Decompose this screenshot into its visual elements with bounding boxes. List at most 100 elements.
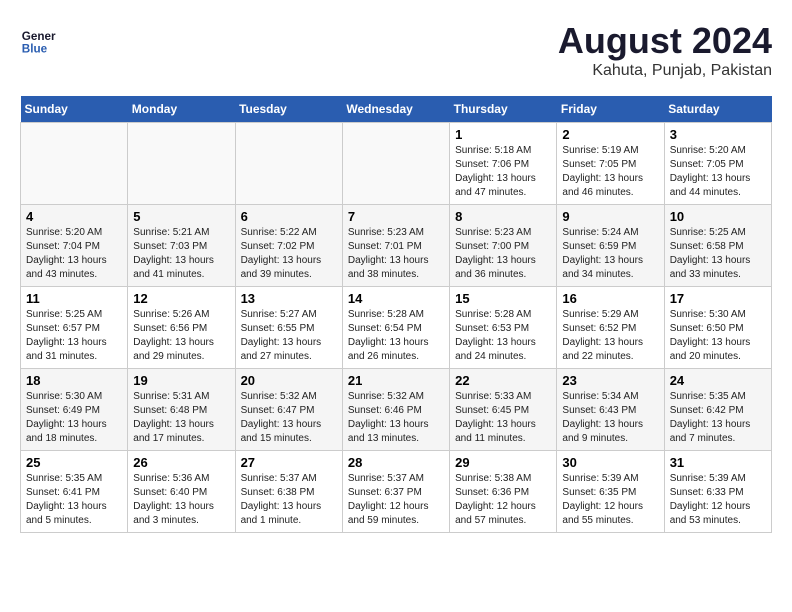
day-number: 20 — [241, 373, 337, 388]
day-number: 24 — [670, 373, 766, 388]
logo: General Blue — [20, 20, 56, 56]
day-info: Sunrise: 5:37 AM Sunset: 6:38 PM Dayligh… — [241, 472, 337, 528]
day-info: Sunrise: 5:28 AM Sunset: 6:54 PM Dayligh… — [348, 308, 444, 364]
calendar-cell — [342, 123, 449, 205]
day-number: 17 — [670, 291, 766, 306]
day-info: Sunrise: 5:36 AM Sunset: 6:40 PM Dayligh… — [133, 472, 229, 528]
calendar-cell: 31Sunrise: 5:39 AM Sunset: 6:33 PM Dayli… — [664, 451, 771, 533]
weekday-header-row: SundayMondayTuesdayWednesdayThursdayFrid… — [21, 96, 772, 123]
calendar-cell: 25 Sunrise: 5:35 AM Sunset: 6:41 PM Dayli… — [21, 451, 128, 533]
day-info: Sunrise: 5:24 AM Sunset: 6:59 PM Dayligh… — [562, 226, 658, 282]
day-info: Sunrise: 5:38 AM Sunset: 6:36 PM Dayligh… — [455, 472, 551, 528]
day-info: Sunrise: 5:21 AM Sunset: 7:03 PM Dayligh… — [133, 226, 229, 282]
week-row-1: 1 Sunrise: 5:18 AM Sunset: 7:06 PM Daylig… — [21, 123, 772, 205]
day-number: 8 — [455, 209, 551, 224]
day-number: 22 — [455, 373, 551, 388]
weekday-header-sunday: Sunday — [21, 96, 128, 123]
day-info: Sunrise: 5:27 AM Sunset: 6:55 PM Dayligh… — [241, 308, 337, 364]
day-info: Sunrise: 5:26 AM Sunset: 6:56 PM Dayligh… — [133, 308, 229, 364]
calendar-cell: 10 Sunrise: 5:25 AM Sunset: 6:58 PM Dayli… — [664, 205, 771, 287]
day-info: Sunrise: 5:28 AM Sunset: 6:53 PM Dayligh… — [455, 308, 551, 364]
day-number: 19 — [133, 373, 229, 388]
week-row-5: 25 Sunrise: 5:35 AM Sunset: 6:41 PM Dayli… — [21, 451, 772, 533]
day-number: 2 — [562, 127, 658, 142]
location: Kahuta, Punjab, Pakistan — [558, 62, 772, 80]
day-number: 14 — [348, 291, 444, 306]
day-number: 18 — [26, 373, 122, 388]
day-info: Sunrise: 5:23 AM Sunset: 7:01 PM Dayligh… — [348, 226, 444, 282]
day-number: 13 — [241, 291, 337, 306]
calendar-cell — [235, 123, 342, 205]
calendar-cell: 16 Sunrise: 5:29 AM Sunset: 6:52 PM Dayli… — [557, 287, 664, 369]
day-number: 27 — [241, 455, 337, 470]
day-number: 9 — [562, 209, 658, 224]
day-info: Sunrise: 5:32 AM Sunset: 6:47 PM Dayligh… — [241, 390, 337, 446]
day-number: 30 — [562, 455, 658, 470]
calendar-cell: 21 Sunrise: 5:32 AM Sunset: 6:46 PM Dayli… — [342, 369, 449, 451]
day-number: 26 — [133, 455, 229, 470]
day-number: 6 — [241, 209, 337, 224]
calendar-cell: 27 Sunrise: 5:37 AM Sunset: 6:38 PM Dayli… — [235, 451, 342, 533]
week-row-3: 11 Sunrise: 5:25 AM Sunset: 6:57 PM Dayli… — [21, 287, 772, 369]
calendar-cell: 30 Sunrise: 5:39 AM Sunset: 6:35 PM Dayli… — [557, 451, 664, 533]
day-info: Sunrise: 5:33 AM Sunset: 6:45 PM Dayligh… — [455, 390, 551, 446]
day-info: Sunrise: 5:35 AM Sunset: 6:41 PM Dayligh… — [26, 472, 122, 528]
calendar-table: SundayMondayTuesdayWednesdayThursdayFrid… — [20, 96, 772, 533]
day-number: 29 — [455, 455, 551, 470]
calendar-cell: 13 Sunrise: 5:27 AM Sunset: 6:55 PM Dayli… — [235, 287, 342, 369]
day-number: 15 — [455, 291, 551, 306]
calendar-cell: 4Sunrise: 5:20 AM Sunset: 7:04 PM Daylig… — [21, 205, 128, 287]
weekday-header-tuesday: Tuesday — [235, 96, 342, 123]
day-info: Sunrise: 5:30 AM Sunset: 6:49 PM Dayligh… — [26, 390, 122, 446]
calendar-cell: 6Sunrise: 5:22 AM Sunset: 7:02 PM Daylig… — [235, 205, 342, 287]
day-info: Sunrise: 5:29 AM Sunset: 6:52 PM Dayligh… — [562, 308, 658, 364]
day-info: Sunrise: 5:39 AM Sunset: 6:35 PM Dayligh… — [562, 472, 658, 528]
day-info: Sunrise: 5:25 AM Sunset: 6:58 PM Dayligh… — [670, 226, 766, 282]
calendar-cell: 29 Sunrise: 5:38 AM Sunset: 6:36 PM Dayli… — [450, 451, 557, 533]
calendar-cell: 26 Sunrise: 5:36 AM Sunset: 6:40 PM Dayli… — [128, 451, 235, 533]
calendar-cell: 12 Sunrise: 5:26 AM Sunset: 6:56 PM Dayli… — [128, 287, 235, 369]
page-header: General Blue August 2024 Kahuta, Punjab,… — [20, 20, 772, 80]
calendar-cell: 17 Sunrise: 5:30 AM Sunset: 6:50 PM Dayli… — [664, 287, 771, 369]
day-info: Sunrise: 5:31 AM Sunset: 6:48 PM Dayligh… — [133, 390, 229, 446]
calendar-cell: 9 Sunrise: 5:24 AM Sunset: 6:59 PM Daylig… — [557, 205, 664, 287]
svg-text:Blue: Blue — [22, 42, 48, 55]
day-info: Sunrise: 5:32 AM Sunset: 6:46 PM Dayligh… — [348, 390, 444, 446]
calendar-cell: 20 Sunrise: 5:32 AM Sunset: 6:47 PM Dayli… — [235, 369, 342, 451]
day-number: 16 — [562, 291, 658, 306]
weekday-header-monday: Monday — [128, 96, 235, 123]
logo-icon: General Blue — [20, 20, 56, 56]
calendar-cell: 7Sunrise: 5:23 AM Sunset: 7:01 PM Daylig… — [342, 205, 449, 287]
day-number: 12 — [133, 291, 229, 306]
calendar-cell: 3Sunrise: 5:20 AM Sunset: 7:05 PM Daylig… — [664, 123, 771, 205]
weekday-header-saturday: Saturday — [664, 96, 771, 123]
calendar-cell: 11 Sunrise: 5:25 AM Sunset: 6:57 PM Dayli… — [21, 287, 128, 369]
calendar-cell: 24 Sunrise: 5:35 AM Sunset: 6:42 PM Dayli… — [664, 369, 771, 451]
day-info: Sunrise: 5:18 AM Sunset: 7:06 PM Dayligh… — [455, 144, 551, 200]
day-info: Sunrise: 5:39 AM Sunset: 6:33 PM Dayligh… — [670, 472, 766, 528]
day-number: 11 — [26, 291, 122, 306]
weekday-header-wednesday: Wednesday — [342, 96, 449, 123]
calendar-cell: 1 Sunrise: 5:18 AM Sunset: 7:06 PM Daylig… — [450, 123, 557, 205]
day-number: 1 — [455, 127, 551, 142]
day-info: Sunrise: 5:25 AM Sunset: 6:57 PM Dayligh… — [26, 308, 122, 364]
calendar-cell: 23Sunrise: 5:34 AM Sunset: 6:43 PM Dayli… — [557, 369, 664, 451]
calendar-cell: 5Sunrise: 5:21 AM Sunset: 7:03 PM Daylig… — [128, 205, 235, 287]
day-info: Sunrise: 5:35 AM Sunset: 6:42 PM Dayligh… — [670, 390, 766, 446]
week-row-4: 18 Sunrise: 5:30 AM Sunset: 6:49 PM Dayli… — [21, 369, 772, 451]
title-block: August 2024 Kahuta, Punjab, Pakistan — [558, 20, 772, 80]
day-number: 25 — [26, 455, 122, 470]
day-number: 28 — [348, 455, 444, 470]
calendar-cell — [128, 123, 235, 205]
day-info: Sunrise: 5:23 AM Sunset: 7:00 PM Dayligh… — [455, 226, 551, 282]
day-number: 23 — [562, 373, 658, 388]
day-number: 21 — [348, 373, 444, 388]
calendar-cell: 14 Sunrise: 5:28 AM Sunset: 6:54 PM Dayli… — [342, 287, 449, 369]
day-number: 4 — [26, 209, 122, 224]
calendar-cell — [21, 123, 128, 205]
calendar-cell: 22 Sunrise: 5:33 AM Sunset: 6:45 PM Dayli… — [450, 369, 557, 451]
day-number: 10 — [670, 209, 766, 224]
day-info: Sunrise: 5:30 AM Sunset: 6:50 PM Dayligh… — [670, 308, 766, 364]
calendar-cell: 28Sunrise: 5:37 AM Sunset: 6:37 PM Dayli… — [342, 451, 449, 533]
calendar-cell: 15 Sunrise: 5:28 AM Sunset: 6:53 PM Dayli… — [450, 287, 557, 369]
